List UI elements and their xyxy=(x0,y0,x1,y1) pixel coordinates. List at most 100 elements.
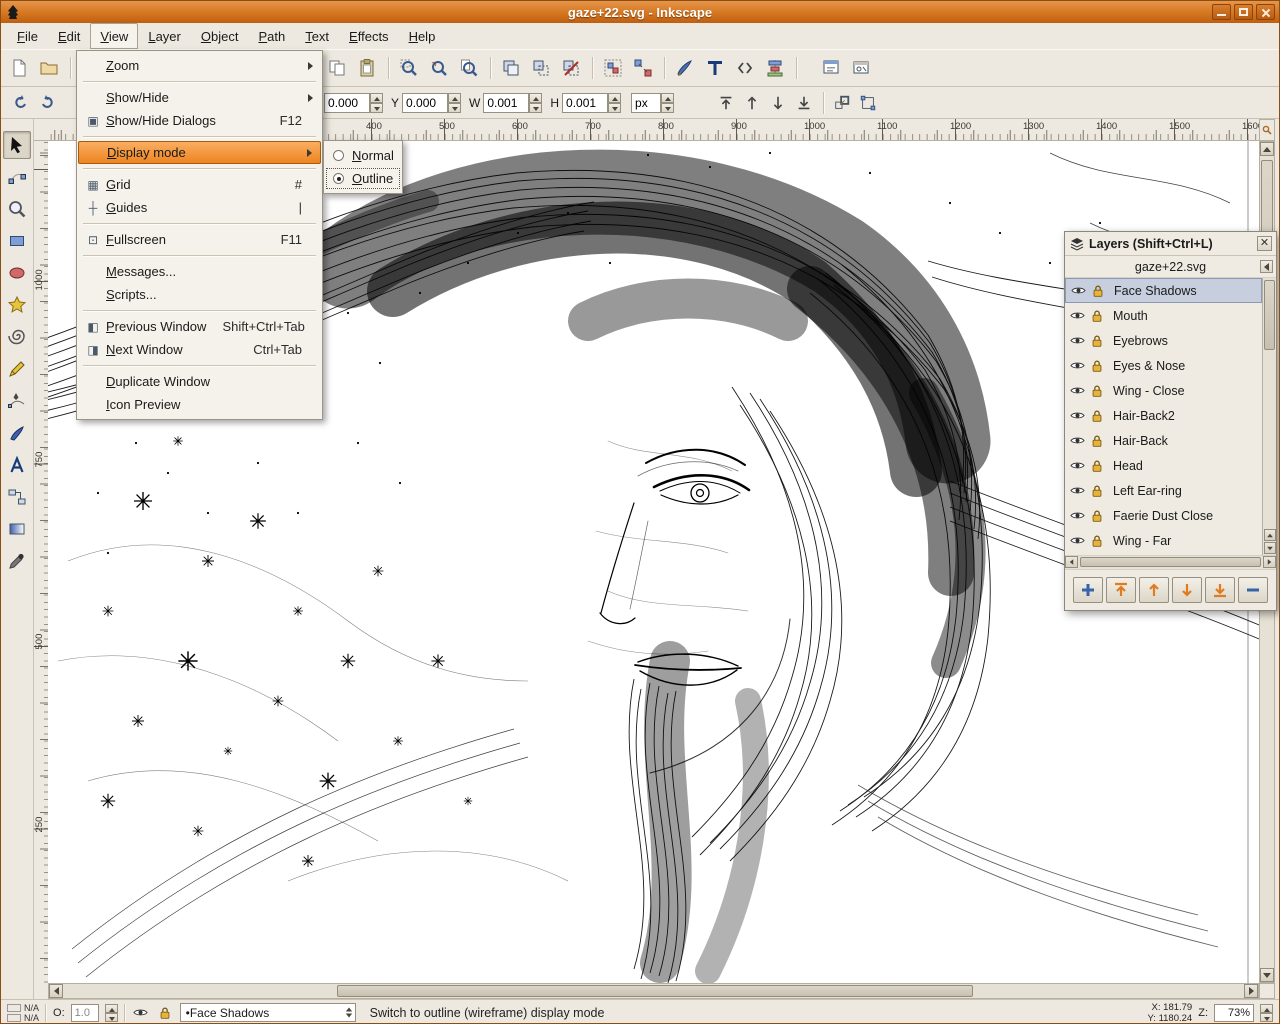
layer-row[interactable]: Left Ear-ring xyxy=(1065,478,1262,503)
document-properties-button[interactable] xyxy=(817,54,845,82)
layer-visibility-toggle[interactable] xyxy=(1067,357,1087,375)
layers-dialog-close-button[interactable] xyxy=(1257,236,1272,251)
calligraphy-tool[interactable] xyxy=(3,419,31,447)
layer-lock-toggle[interactable] xyxy=(1087,482,1107,500)
gradient-tool[interactable] xyxy=(3,515,31,543)
pen-tool[interactable] xyxy=(3,387,31,415)
menu-item[interactable]: Zoom xyxy=(78,54,321,77)
layer-visibility-toggle[interactable] xyxy=(1067,532,1087,550)
layer-visibility-toggle[interactable] xyxy=(1067,307,1087,325)
layers-scroll-down-button[interactable] xyxy=(1264,542,1276,554)
menu-item[interactable]: Icon Preview xyxy=(78,393,321,416)
spin-up-icon[interactable] xyxy=(105,1004,118,1013)
layer-visibility-toggle[interactable] xyxy=(1067,432,1087,450)
paste-button[interactable] xyxy=(353,54,381,82)
layer-row[interactable]: Hair-Back xyxy=(1065,428,1262,453)
zoom-field[interactable] xyxy=(1214,1004,1254,1022)
layer-visibility-toggle[interactable] xyxy=(1067,507,1087,525)
menubar-item[interactable]: Text xyxy=(295,23,339,49)
layer-row[interactable]: Hair-Back2 xyxy=(1065,403,1262,428)
vertical-ruler[interactable]: 1000750500250 xyxy=(34,141,48,983)
spin-down-icon[interactable] xyxy=(608,103,621,113)
layer-lock-toggle[interactable] xyxy=(1087,382,1107,400)
new-layer-button[interactable] xyxy=(1073,577,1103,603)
raise-layer-to-top-button[interactable] xyxy=(1106,577,1136,603)
layer-lock-toggle[interactable] xyxy=(1088,282,1108,300)
submenu-item[interactable]: Outline xyxy=(325,167,401,190)
layer-row[interactable]: Wing - Close xyxy=(1065,378,1262,403)
spin-up-icon[interactable] xyxy=(1260,1004,1273,1013)
menu-item[interactable] xyxy=(78,219,321,228)
scroll-left-button[interactable] xyxy=(49,984,63,998)
layers-list-scrollbar[interactable] xyxy=(1262,278,1276,555)
layers-scroll-up-button[interactable] xyxy=(1264,529,1276,541)
ruler-corner-button[interactable] xyxy=(1259,119,1275,141)
raise-to-top-button[interactable] xyxy=(714,91,738,115)
spin-down-icon[interactable] xyxy=(105,1013,118,1022)
w-field[interactable] xyxy=(483,93,529,113)
transform-corners-toggle[interactable] xyxy=(856,91,880,115)
layers-scrollbar-thumb[interactable] xyxy=(1264,280,1275,350)
y-field-spinner[interactable] xyxy=(448,93,461,113)
y-field[interactable] xyxy=(402,93,448,113)
menu-item[interactable]: ▦ Grid # xyxy=(78,173,321,196)
layer-lock-button[interactable] xyxy=(156,1004,174,1022)
menu-item[interactable] xyxy=(78,306,321,315)
opacity-field[interactable] xyxy=(71,1004,99,1022)
fill-stroke-indicator[interactable]: N/A N/A xyxy=(7,1003,39,1023)
titlebar[interactable]: gaze+22.svg - Inkscape xyxy=(1,1,1279,23)
ungroup-button[interactable] xyxy=(629,54,657,82)
menu-item[interactable]: ⊡ Fullscreen F11 xyxy=(78,228,321,251)
fill-stroke-dialog-button[interactable] xyxy=(671,54,699,82)
menu-item[interactable]: Scripts... xyxy=(78,283,321,306)
menu-item[interactable]: ◧ Previous Window Shift+Ctrl+Tab xyxy=(78,315,321,338)
zoom-selection-button[interactable] xyxy=(395,54,423,82)
unit-field[interactable] xyxy=(631,93,661,113)
h-field[interactable] xyxy=(562,93,608,113)
menu-item[interactable]: Duplicate Window xyxy=(78,370,321,393)
layer-lock-toggle[interactable] xyxy=(1087,432,1107,450)
menu-item[interactable]: Display mode xyxy=(78,141,321,164)
unit-selector[interactable] xyxy=(631,93,674,113)
layers-hscrollbar-thumb[interactable] xyxy=(1080,557,1261,567)
menu-item[interactable]: ▣ Show/Hide Dialogs F12 xyxy=(78,109,321,132)
layer-visibility-toggle[interactable] xyxy=(1067,457,1087,475)
layer-row[interactable]: Wing - Far xyxy=(1065,528,1262,553)
layers-dialog-header[interactable]: Layers (Shift+Ctrl+L) xyxy=(1065,232,1276,256)
menu-item[interactable]: Show/Hide xyxy=(78,86,321,109)
spin-down-icon[interactable] xyxy=(370,103,383,113)
connector-tool[interactable] xyxy=(3,483,31,511)
layer-row[interactable]: Mouth xyxy=(1065,303,1262,328)
layer-lock-toggle[interactable] xyxy=(1087,307,1107,325)
node-editor-tool[interactable] xyxy=(3,163,31,191)
scroll-up-button[interactable] xyxy=(1260,142,1274,156)
spin-up-icon[interactable] xyxy=(448,93,461,103)
spin-down-icon[interactable] xyxy=(529,103,542,113)
spin-up-icon[interactable] xyxy=(529,93,542,103)
unlink-clone-button[interactable] xyxy=(557,54,585,82)
copy-button[interactable] xyxy=(323,54,351,82)
preferences-button[interactable] xyxy=(847,54,875,82)
layers-horizontal-scrollbar[interactable] xyxy=(1065,556,1276,570)
layer-row[interactable]: Face Shadows xyxy=(1065,278,1262,303)
menu-item[interactable] xyxy=(78,164,321,173)
duplicate-button[interactable] xyxy=(497,54,525,82)
layer-row[interactable]: Head xyxy=(1065,453,1262,478)
dropper-tool[interactable] xyxy=(3,547,31,575)
menu-item[interactable] xyxy=(78,251,321,260)
menu-item[interactable] xyxy=(78,361,321,370)
layer-visibility-toggle[interactable] xyxy=(1068,282,1088,300)
spin-up-icon[interactable] xyxy=(370,93,383,103)
menu-item[interactable]: ◨ Next Window Ctrl+Tab xyxy=(78,338,321,361)
menubar-item[interactable]: Help xyxy=(399,23,446,49)
lower-layer-button[interactable] xyxy=(1172,577,1202,603)
layer-lock-toggle[interactable] xyxy=(1087,357,1107,375)
layer-lock-toggle[interactable] xyxy=(1087,332,1107,350)
layers-document-prev-button[interactable] xyxy=(1260,260,1273,273)
rectangle-tool[interactable] xyxy=(3,227,31,255)
scale-stroke-toggle[interactable] xyxy=(830,91,854,115)
rotate-ccw-button[interactable] xyxy=(9,91,33,115)
x-field[interactable] xyxy=(324,93,370,113)
opacity-spinner[interactable] xyxy=(105,1004,118,1022)
delete-layer-button[interactable] xyxy=(1238,577,1268,603)
